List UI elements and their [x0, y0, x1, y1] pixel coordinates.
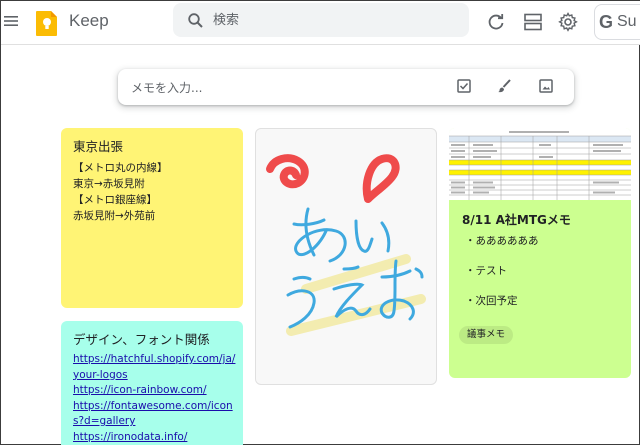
- note-link[interactable]: https://fontawesome.com/icon: [73, 399, 233, 415]
- note-card-drawing[interactable]: [255, 128, 437, 385]
- new-list-checkbox-icon[interactable]: [456, 78, 472, 94]
- note-card-mtg-memo[interactable]: 8/11 A社MTGメモ ・ああああああ ・テスト ・次回予定 議事メモ: [449, 128, 631, 378]
- spreadsheet-image: [449, 128, 631, 200]
- search-icon[interactable]: [187, 12, 204, 29]
- note-line: 【メトロ丸の内線】: [73, 162, 168, 174]
- settings-gear-icon[interactable]: [557, 11, 579, 33]
- keep-logo-icon[interactable]: [35, 9, 59, 37]
- note-line: 東京→赤坂見附: [73, 178, 145, 190]
- note-title: 8/11 A社MTGメモ: [462, 213, 571, 227]
- take-note-placeholder[interactable]: メモを入力...: [131, 79, 202, 96]
- take-note-bar[interactable]: メモを入力...: [118, 69, 574, 105]
- account-switcher[interactable]: G Su: [594, 4, 640, 40]
- note-link[interactable]: https://icon-rainbow.com/: [73, 383, 231, 399]
- search-bar[interactable]: [173, 3, 469, 37]
- list-view-icon[interactable]: [522, 11, 544, 33]
- note-label-chip[interactable]: 議事メモ: [459, 326, 514, 344]
- note-line: 赤坂見附→外苑前: [73, 210, 156, 222]
- note-card-design-fonts[interactable]: デザイン、フォント関係 https://hatchful.shopify.com…: [61, 321, 243, 445]
- note-card-tokyo-trip[interactable]: 東京出張 【メトロ丸の内線】 東京→赤坂見附 【メトロ銀座線】 赤坂見附→外苑前: [61, 128, 243, 308]
- note-link[interactable]: https://hatchful.shopify.com/ja/: [73, 352, 235, 368]
- note-bullet: ・ああああああ: [465, 235, 539, 247]
- account-logo: G: [599, 12, 614, 32]
- note-line: 【メトロ銀座線】: [73, 194, 157, 206]
- note-body: https://hatchful.shopify.com/ja/ your-lo…: [61, 349, 243, 445]
- refresh-icon[interactable]: [485, 11, 507, 33]
- note-body: 【メトロ丸の内線】 東京→赤坂見附 【メトロ銀座線】 赤坂見附→外苑前: [61, 156, 243, 224]
- note-link[interactable]: your-logos: [73, 368, 231, 384]
- note-link[interactable]: s?d=gallery: [73, 414, 231, 430]
- note-bullet: ・テスト: [465, 265, 507, 277]
- note-title: 東京出張: [73, 139, 124, 154]
- note-link[interactable]: https://ironodata.info/: [73, 430, 231, 445]
- handwriting-drawing: [266, 154, 426, 336]
- main-menu-icon[interactable]: [3, 13, 19, 29]
- app-header: Keep G Su: [1, 1, 640, 45]
- new-image-icon[interactable]: [538, 78, 554, 94]
- app-title[interactable]: Keep: [69, 11, 109, 31]
- search-input[interactable]: [213, 11, 453, 29]
- new-drawing-brush-icon[interactable]: [496, 78, 512, 94]
- account-label: Su: [617, 13, 637, 30]
- note-bullet: ・次回予定: [465, 295, 518, 307]
- note-title: デザイン、フォント関係: [73, 332, 210, 347]
